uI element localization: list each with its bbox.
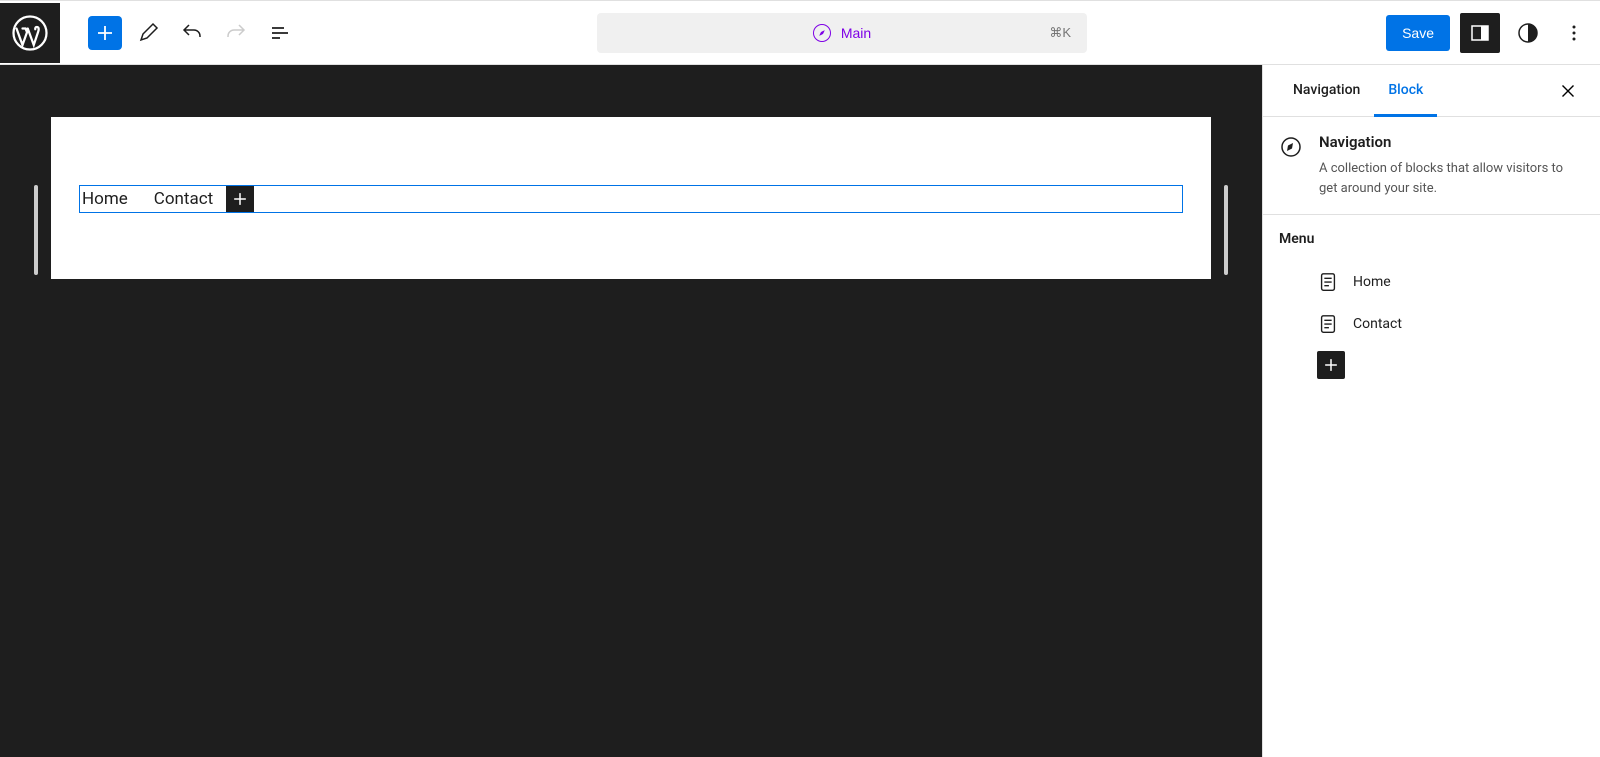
editor-canvas[interactable]: Home Contact <box>51 117 1211 279</box>
options-button[interactable] <box>1556 15 1592 51</box>
nav-item[interactable]: Contact <box>141 189 226 209</box>
menu-item[interactable]: Home <box>1317 261 1584 303</box>
more-vertical-icon <box>1562 21 1586 45</box>
keyboard-shortcut: ⌘K <box>1049 25 1071 41</box>
styles-icon <box>1516 21 1540 45</box>
editor-canvas-wrap: Home Contact <box>0 65 1262 757</box>
close-sidebar-button[interactable] <box>1552 75 1584 107</box>
sidebar-tabs: Navigation Block <box>1263 65 1600 117</box>
compass-icon <box>813 24 831 42</box>
template-selector-button[interactable]: Main ⌘K <box>597 13 1087 53</box>
nav-item[interactable]: Home <box>80 189 141 209</box>
styles-button[interactable] <box>1510 15 1546 51</box>
settings-sidebar-toggle[interactable] <box>1460 13 1500 53</box>
list-view-icon <box>268 21 292 45</box>
sidebar-icon <box>1468 21 1492 45</box>
page-icon <box>1317 271 1339 293</box>
close-icon <box>1557 80 1579 102</box>
plus-icon <box>93 21 117 45</box>
menu-panel: Menu Home Contact <box>1263 215 1600 395</box>
tab-navigation[interactable]: Navigation <box>1279 66 1374 117</box>
save-button[interactable]: Save <box>1386 15 1450 51</box>
add-menu-item-button[interactable] <box>1317 351 1345 379</box>
block-description: A collection of blocks that allow visito… <box>1319 159 1584 198</box>
redo-button[interactable] <box>218 15 254 51</box>
undo-button[interactable] <box>174 15 210 51</box>
menu-heading: Menu <box>1279 231 1584 247</box>
tab-block[interactable]: Block <box>1374 66 1437 117</box>
menu-item-label: Home <box>1353 274 1391 290</box>
toolbar-right: Save <box>1386 13 1592 53</box>
main-area: Home Contact Navigation Block <box>0 65 1600 757</box>
redo-icon <box>224 21 248 45</box>
template-label: Main <box>841 25 871 41</box>
pencil-icon <box>136 21 160 45</box>
navigation-block-icon <box>1279 135 1303 159</box>
document-overview-button[interactable] <box>262 15 298 51</box>
undo-icon <box>180 21 204 45</box>
wordpress-icon <box>12 15 48 51</box>
menu-item[interactable]: Contact <box>1317 303 1584 345</box>
toolbar-center: Main ⌘K <box>298 13 1386 53</box>
plus-icon <box>230 189 250 209</box>
block-info-panel: Navigation A collection of blocks that a… <box>1263 117 1600 215</box>
block-title: Navigation <box>1319 133 1584 151</box>
tools-button[interactable] <box>130 15 166 51</box>
menu-item-label: Contact <box>1353 316 1402 332</box>
settings-sidebar: Navigation Block Navigation A collection… <box>1262 65 1600 757</box>
page-icon <box>1317 313 1339 335</box>
menu-list: Home Contact <box>1279 261 1584 345</box>
top-toolbar: Main ⌘K Save <box>0 0 1600 65</box>
plus-icon <box>1321 355 1341 375</box>
navigation-block[interactable]: Home Contact <box>79 185 1183 213</box>
block-inserter-button[interactable] <box>88 16 122 50</box>
resize-handle-right[interactable] <box>1224 185 1228 275</box>
wordpress-logo-button[interactable] <box>0 3 60 63</box>
toolbar-left <box>8 3 298 63</box>
resize-handle-left[interactable] <box>34 185 38 275</box>
add-nav-item-button[interactable] <box>226 186 254 212</box>
